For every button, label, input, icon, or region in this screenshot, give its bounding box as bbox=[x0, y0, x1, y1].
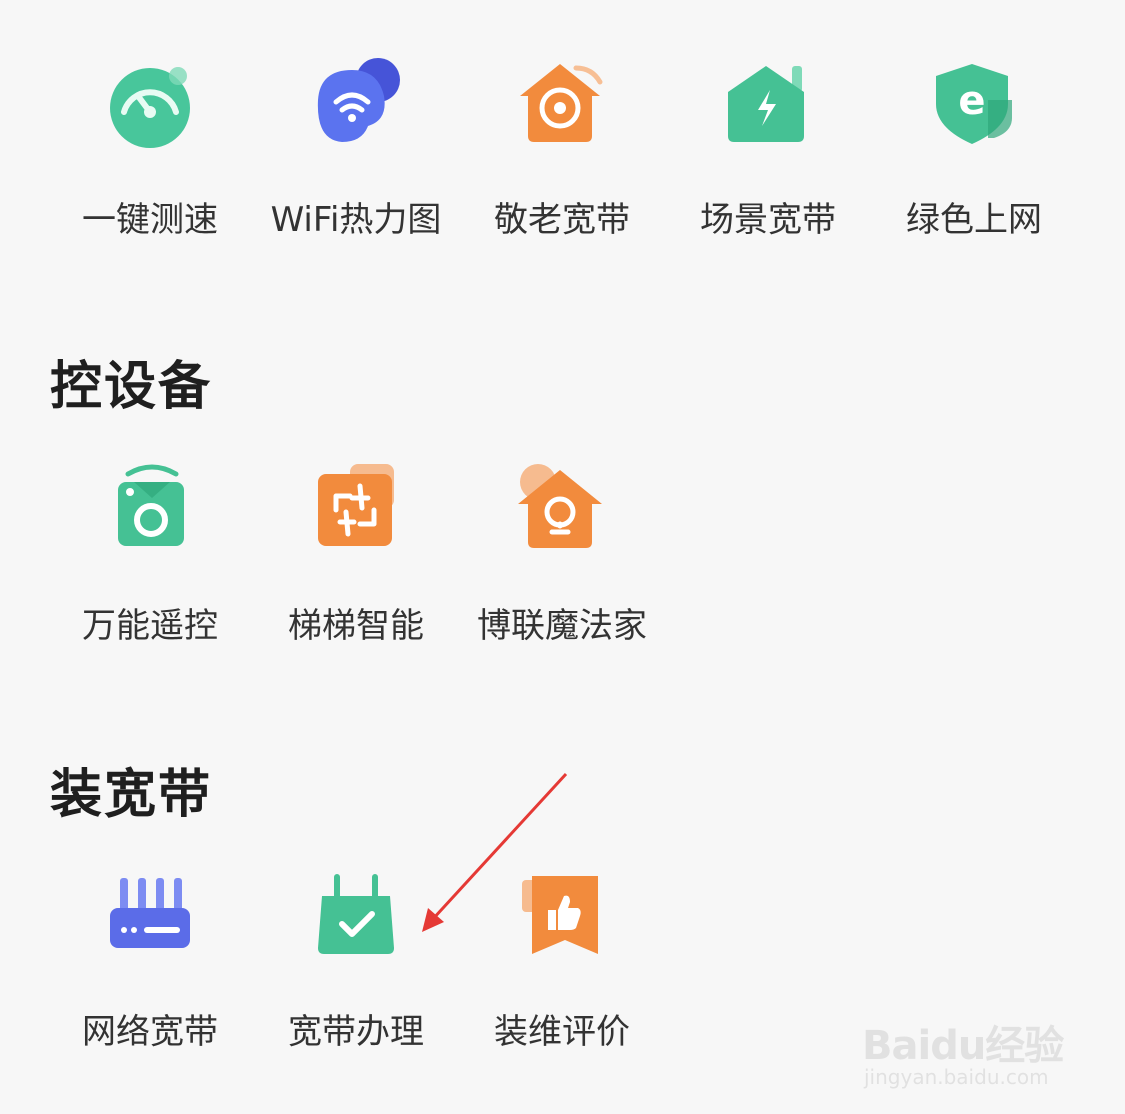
tile-label: 一键测速 bbox=[82, 200, 218, 240]
tile-label: 场景宽带 bbox=[700, 200, 836, 240]
tile-label: 万能遥控 bbox=[82, 606, 218, 646]
scene-broadband-icon bbox=[718, 56, 818, 156]
tile-label: WiFi热力图 bbox=[270, 200, 442, 240]
speedometer-icon bbox=[100, 56, 200, 156]
green-shield-icon: e bbox=[924, 56, 1024, 156]
tile-elder-broadband[interactable]: 敬老宽带 bbox=[459, 56, 665, 241]
watermark-url: jingyan.baidu.com bbox=[864, 1065, 1049, 1089]
tile-broadband-apply[interactable]: 宽带办理 bbox=[253, 868, 459, 1053]
tile-label: 敬老宽带 bbox=[494, 200, 630, 240]
tile-network-broadband[interactable]: 网络宽带 bbox=[47, 868, 253, 1053]
tile-elevator-smart[interactable]: 梯梯智能 bbox=[253, 462, 459, 647]
svg-text:e: e bbox=[958, 78, 985, 124]
router-icon bbox=[100, 868, 200, 968]
remote-control-icon bbox=[100, 462, 200, 562]
broadband-apply-icon bbox=[306, 868, 406, 968]
elder-broadband-icon bbox=[512, 56, 612, 156]
tile-green-internet[interactable]: e 绿色上网 bbox=[871, 56, 1077, 241]
tile-label: 装维评价 bbox=[494, 1012, 630, 1052]
tile-universal-remote[interactable]: 万能遥控 bbox=[47, 462, 253, 647]
tile-broadlink-home[interactable]: 博联魔法家 bbox=[459, 462, 665, 647]
tools-grid: 一键测速 WiFi热力图 敬老宽带 场景宽带 e 绿色上网 bbox=[47, 56, 1077, 241]
tile-label: 梯梯智能 bbox=[288, 606, 424, 646]
tile-label: 博联魔法家 bbox=[477, 606, 647, 646]
tile-speed-test[interactable]: 一键测速 bbox=[47, 56, 253, 241]
tile-label: 网络宽带 bbox=[82, 1012, 218, 1052]
section-title-control: 控设备 bbox=[50, 357, 213, 417]
baidu-watermark: Baidu经验 jingyan.baidu.com bbox=[862, 995, 1072, 1095]
control-grid: 万能遥控 梯梯智能 博联魔法家 bbox=[47, 462, 665, 647]
watermark-brand: Baidu经验 bbox=[862, 1023, 1064, 1069]
smart-home-bulb-icon bbox=[512, 462, 612, 562]
thumbs-up-ribbon-icon bbox=[512, 868, 612, 968]
tile-label: 宽带办理 bbox=[288, 1012, 424, 1052]
broadband-grid: 网络宽带 宽带办理 装维评价 bbox=[47, 868, 665, 1053]
wifi-heatmap-icon bbox=[306, 56, 406, 156]
elevator-smart-icon bbox=[306, 462, 406, 562]
tile-install-review[interactable]: 装维评价 bbox=[459, 868, 665, 1053]
tile-wifi-heatmap[interactable]: WiFi热力图 bbox=[253, 56, 459, 241]
section-title-broadband: 装宽带 bbox=[50, 765, 213, 825]
tile-scene-broadband[interactable]: 场景宽带 bbox=[665, 56, 871, 241]
tile-label: 绿色上网 bbox=[906, 200, 1042, 240]
